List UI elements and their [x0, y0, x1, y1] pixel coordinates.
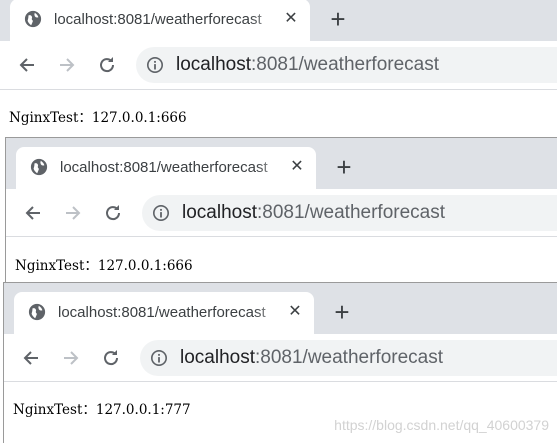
globe-icon — [30, 158, 48, 176]
tab-close-icon[interactable]: ✕ — [288, 155, 306, 179]
url-text: localhost:8081/weatherforecast — [182, 202, 445, 224]
url-host: localhost — [176, 54, 251, 75]
page-text: NginxTest：127.0.0.1:777 — [13, 402, 191, 418]
watermark: https://blog.csdn.net/qq_40600379 — [334, 417, 549, 433]
url-path: :8081/weatherforecast — [251, 54, 440, 75]
tab-close-icon[interactable]: ✕ — [286, 300, 304, 324]
url-host: localhost — [180, 347, 255, 368]
back-button[interactable] — [21, 201, 45, 225]
tab-strip: localhost:8081/weatherforecast ✕ + — [4, 283, 557, 334]
forward-arrow-icon — [60, 58, 75, 72]
url-path: :8081/weatherforecast — [255, 347, 444, 368]
globe-icon — [24, 10, 42, 28]
reload-button[interactable] — [95, 53, 119, 77]
reload-icon — [106, 205, 121, 221]
toolbar: localhost:8081/weatherforecast — [4, 334, 557, 382]
back-arrow-icon — [23, 351, 38, 365]
url-text: localhost:8081/weatherforecast — [180, 347, 443, 369]
browser-window-2: localhost:8081/weatherforecast ✕ + local… — [6, 138, 557, 284]
browser-tab[interactable]: localhost:8081/weatherforecast ✕ — [10, 0, 310, 41]
reload-button[interactable] — [99, 346, 123, 370]
back-arrow-icon — [25, 206, 40, 220]
tab-title: localhost:8081/weatherforecast — [54, 11, 262, 28]
back-arrow-icon — [19, 58, 34, 72]
info-icon — [146, 56, 164, 74]
back-button[interactable] — [15, 53, 39, 77]
url-text: localhost:8081/weatherforecast — [176, 54, 439, 76]
toolbar: localhost:8081/weatherforecast — [0, 41, 557, 89]
page-content: NginxTest：127.0.0.1:666 — [6, 237, 557, 284]
info-icon — [150, 349, 168, 367]
address-bar[interactable]: localhost:8081/weatherforecast — [142, 195, 557, 231]
page-text: NginxTest：127.0.0.1:666 — [15, 258, 193, 274]
address-bar[interactable]: localhost:8081/weatherforecast — [136, 47, 557, 83]
info-icon — [152, 204, 170, 222]
tab-strip: localhost:8081/weatherforecast ✕ + — [6, 138, 557, 189]
address-bar[interactable]: localhost:8081/weatherforecast — [140, 340, 557, 376]
browser-tab[interactable]: localhost:8081/weatherforecast ✕ — [14, 292, 314, 334]
forward-button[interactable] — [55, 53, 79, 77]
page-content: NginxTest：127.0.0.1:777 — [4, 382, 557, 443]
new-tab-button[interactable]: + — [327, 298, 357, 328]
tab-title: localhost:8081/weatherforecast — [58, 304, 266, 321]
page-text: NginxTest：127.0.0.1:666 — [9, 110, 187, 126]
tab-strip: localhost:8081/weatherforecast ✕ + — [0, 0, 557, 41]
forward-button[interactable] — [61, 201, 85, 225]
globe-icon — [28, 303, 46, 321]
reload-icon — [104, 350, 119, 366]
toolbar: localhost:8081/weatherforecast — [6, 189, 557, 237]
page-content: NginxTest：127.0.0.1:666 — [0, 90, 557, 139]
reload-icon — [100, 57, 115, 73]
back-button[interactable] — [19, 346, 43, 370]
forward-arrow-icon — [64, 351, 79, 365]
url-path: :8081/weatherforecast — [257, 202, 446, 223]
forward-button[interactable] — [59, 346, 83, 370]
url-host: localhost — [182, 202, 257, 223]
browser-window-1: localhost:8081/weatherforecast ✕ + local… — [0, 0, 557, 139]
forward-arrow-icon — [66, 206, 81, 220]
browser-tab[interactable]: localhost:8081/weatherforecast ✕ — [16, 147, 316, 189]
new-tab-button[interactable]: + — [323, 5, 353, 35]
new-tab-button[interactable]: + — [329, 153, 359, 183]
tab-close-icon[interactable]: ✕ — [282, 7, 300, 31]
tab-title: localhost:8081/weatherforecast — [60, 159, 268, 176]
reload-button[interactable] — [101, 201, 125, 225]
